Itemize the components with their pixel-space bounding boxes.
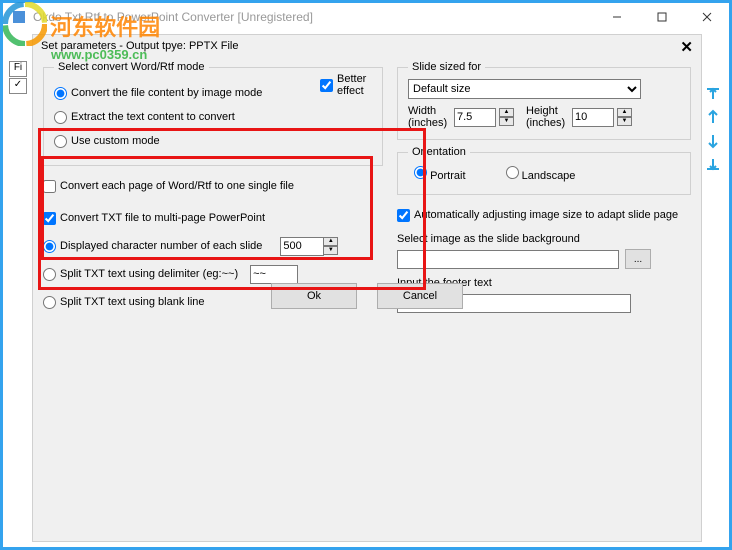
orientation-legend: Orientation xyxy=(408,146,470,158)
height-up[interactable]: ▲ xyxy=(617,108,632,117)
split-delim-label: Split TXT text using delimiter (eg:~~) xyxy=(60,268,238,280)
mode-custom-radio[interactable] xyxy=(54,135,67,148)
arrow-bottom-icon[interactable] xyxy=(705,157,721,173)
arrow-top-icon[interactable] xyxy=(705,85,721,101)
left-strip: Fi ✓ xyxy=(9,61,29,95)
slide-size-select[interactable]: Default size xyxy=(408,79,641,99)
height-down[interactable]: ▼ xyxy=(617,117,632,126)
mode-image-label: Convert the file content by image mode xyxy=(71,87,262,99)
bg-path-input[interactable] xyxy=(397,250,619,269)
txt-multi-label: Convert TXT file to multi-page PowerPoin… xyxy=(60,212,265,224)
left-strip-fi[interactable]: Fi xyxy=(9,61,27,77)
minimize-button[interactable] xyxy=(594,3,639,31)
arrow-down-icon[interactable] xyxy=(705,133,721,149)
each-page-single-label: Convert each page of Word/Rtf to one sin… xyxy=(60,180,294,192)
convert-mode-group: Select convert Word/Rtf mode Convert the… xyxy=(43,61,383,166)
height-label: Height (inches) xyxy=(526,105,568,129)
ok-button[interactable]: Ok xyxy=(271,283,357,309)
mode-text-label: Extract the text content to convert xyxy=(71,111,235,123)
width-down[interactable]: ▼ xyxy=(499,117,514,126)
arrow-up-icon[interactable] xyxy=(705,109,721,125)
mode-text-radio[interactable] xyxy=(54,111,67,124)
convert-mode-legend: Select convert Word/Rtf mode xyxy=(54,61,209,73)
width-input[interactable] xyxy=(454,108,496,127)
close-window-button[interactable] xyxy=(684,3,729,31)
slide-size-legend: Slide sized for xyxy=(408,61,485,73)
auto-adjust-label: Automatically adjusting image size to ad… xyxy=(414,209,678,221)
slide-size-group: Slide sized for Default size Width (inch… xyxy=(397,61,691,140)
char-num-radio[interactable] xyxy=(43,240,56,253)
landscape-radio[interactable] xyxy=(506,166,519,179)
delim-input[interactable] xyxy=(250,265,298,284)
txt-multi-check[interactable] xyxy=(43,212,56,225)
cancel-button[interactable]: Cancel xyxy=(377,283,463,309)
each-page-single-check[interactable] xyxy=(43,180,56,193)
maximize-button[interactable] xyxy=(639,3,684,31)
mode-custom-label: Use custom mode xyxy=(71,135,160,147)
settings-dialog: Set parameters - Output tpye: PPTX File … xyxy=(32,34,702,542)
char-num-input[interactable] xyxy=(280,237,324,256)
dialog-close-button[interactable]: ✕ xyxy=(680,38,693,56)
better-effect-label: Better effect xyxy=(337,73,382,97)
portrait-label: Portrait xyxy=(430,170,465,182)
select-bg-label: Select image as the slide background xyxy=(397,233,691,245)
width-label: Width (inches) xyxy=(408,105,450,129)
browse-button[interactable]: ... xyxy=(625,249,651,269)
height-input[interactable] xyxy=(572,108,614,127)
split-delim-radio[interactable] xyxy=(43,268,56,281)
watermark: 河东软件园 www.pc0359.cn xyxy=(3,2,160,62)
char-num-up[interactable]: ▲ xyxy=(323,237,338,246)
char-num-down[interactable]: ▼ xyxy=(323,246,338,255)
right-arrows xyxy=(705,85,721,173)
landscape-label: Landscape xyxy=(522,170,576,182)
mode-image-radio[interactable] xyxy=(54,87,67,100)
better-effect-check[interactable] xyxy=(320,79,333,92)
left-strip-check[interactable]: ✓ xyxy=(9,78,27,94)
auto-adjust-check[interactable] xyxy=(397,209,410,222)
orientation-group: Orientation Portrait Landscape xyxy=(397,146,691,195)
char-num-label: Displayed character number of each slide xyxy=(60,240,262,252)
portrait-radio[interactable] xyxy=(414,166,427,179)
width-up[interactable]: ▲ xyxy=(499,108,514,117)
